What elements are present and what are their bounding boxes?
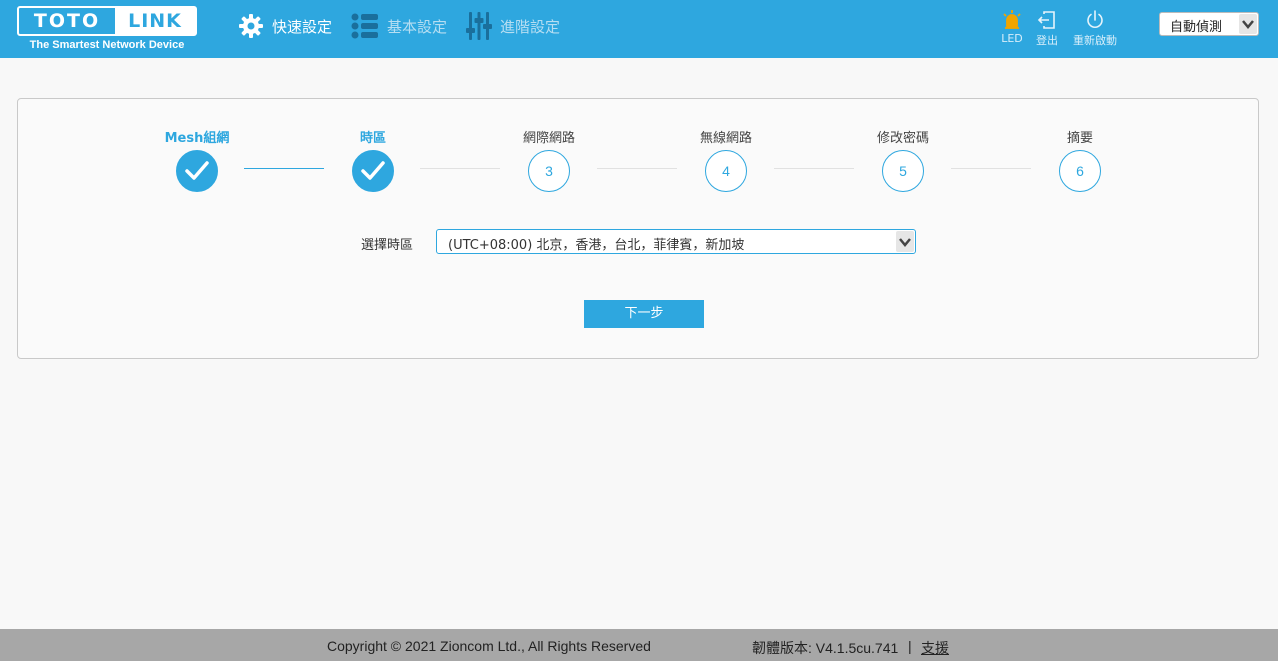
step-number: 3 [528, 150, 570, 192]
step-connector [774, 168, 854, 169]
reboot-label: 重新啟動 [1073, 34, 1117, 47]
timezone-label: 選擇時區 [361, 238, 414, 253]
step-connector [951, 168, 1031, 169]
top-header: TOTO LINK The Smartest Network Device 快速… [0, 0, 1278, 58]
support-link[interactable]: 支援 [921, 638, 949, 658]
step-number: 6 [1059, 150, 1101, 192]
logo-text-toto: TOTO [33, 10, 101, 32]
power-icon [1087, 10, 1103, 28]
step-internet[interactable]: 網際網路 3 [499, 130, 599, 192]
step-label: 摘要 [1066, 131, 1093, 146]
nav-advanced-setup[interactable]: 進階設定 [466, 10, 560, 42]
logout-icon [1037, 11, 1055, 29]
step-connector [597, 168, 677, 169]
timezone-select[interactable]: (UTC+08:00) 北京，香港，台北，菲律賓，新加坡 [436, 229, 916, 254]
chevron-down-icon [1239, 14, 1257, 34]
logo-frame: TOTO LINK [17, 6, 197, 36]
chevron-down-icon [896, 231, 914, 252]
firmware-version: 韌體版本: V4.1.5cu.741 [752, 640, 899, 656]
reboot-button[interactable]: 重新啟動 [1064, 10, 1126, 48]
led-icon [1003, 10, 1021, 29]
copyright-text: Copyright © 2021 Zioncom Ltd., All Right… [327, 638, 651, 654]
check-icon [352, 150, 394, 192]
step-label: 時區 [359, 131, 386, 146]
footer-separator: | [908, 638, 912, 654]
step-summary[interactable]: 摘要 6 [1030, 130, 1130, 192]
nav-basic-setup-label: 基本設定 [387, 17, 448, 36]
list-icon [351, 13, 378, 39]
step-password[interactable]: 修改密碼 5 [853, 130, 953, 192]
next-button[interactable]: 下一步 [584, 300, 704, 328]
step-number: 5 [882, 150, 924, 192]
step-connector [244, 168, 324, 169]
totolink-logo[interactable]: TOTO LINK The Smartest Network Device [17, 6, 197, 54]
wizard-card: Mesh組網 時區 網際網路 3 無線網路 4 修改密碼 5 摘要 6 選擇時區… [17, 98, 1259, 359]
step-label: 修改密碼 [876, 131, 929, 146]
step-label: Mesh組網 [164, 131, 230, 146]
timezone-select-value: (UTC+08:00) 北京，香港，台北，菲律賓，新加坡 [448, 238, 745, 253]
sliders-icon [466, 12, 492, 40]
nav-advanced-setup-label: 進階設定 [500, 17, 561, 36]
footer: Copyright © 2021 Zioncom Ltd., All Right… [0, 629, 1278, 661]
gear-icon [239, 14, 263, 38]
step-label: 無線網路 [699, 131, 752, 146]
language-select-value: 自動偵測 [1170, 20, 1223, 35]
step-label: 網際網路 [522, 131, 575, 146]
logo-tagline: The Smartest Network Device [29, 39, 185, 51]
language-select[interactable]: 自動偵測 [1159, 12, 1259, 36]
step-number: 4 [705, 150, 747, 192]
logo-text-link: LINK [115, 8, 195, 34]
step-timezone[interactable]: 時區 [323, 130, 423, 192]
step-connector [420, 168, 500, 169]
step-mesh[interactable]: Mesh組網 [147, 130, 247, 192]
step-wireless[interactable]: 無線網路 4 [676, 130, 776, 192]
nav-basic-setup[interactable]: 基本設定 [351, 10, 447, 42]
nav-quick-setup[interactable]: 快速設定 [238, 10, 332, 42]
check-icon [176, 150, 218, 192]
nav-quick-setup-label: 快速設定 [272, 17, 333, 36]
